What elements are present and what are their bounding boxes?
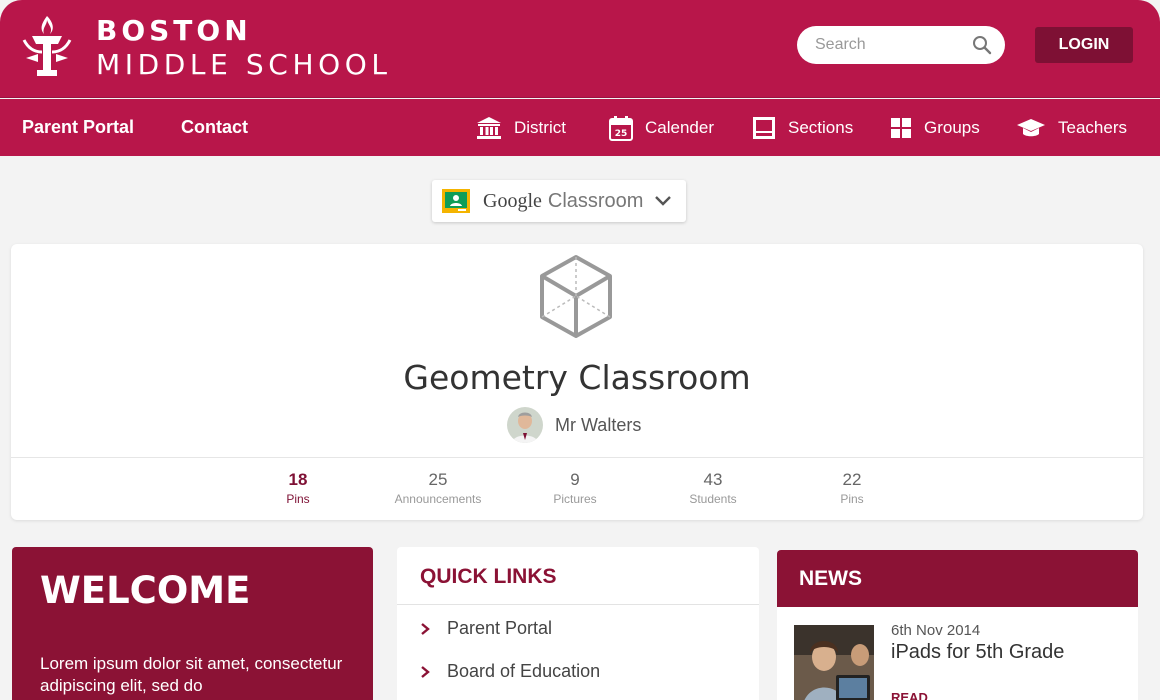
- nav-groups-label: Groups: [924, 117, 980, 137]
- classroom-card: Geometry Classroom Mr Walters 18 Pins 25…: [11, 244, 1143, 520]
- classroom-source-dropdown[interactable]: Google Classroom: [432, 180, 686, 222]
- calendar-icon: 25: [609, 115, 633, 141]
- login-button[interactable]: LOGIN: [1035, 27, 1133, 63]
- stat-value: 43: [703, 470, 723, 489]
- stat-value: 22: [842, 470, 862, 489]
- nav-sections-label: Sections: [788, 117, 854, 137]
- nav-district-label: District: [514, 117, 566, 137]
- site-header: BOSTON MIDDLE SCHOOL LOGIN: [0, 0, 1160, 98]
- news-thumbnail[interactable]: [794, 625, 874, 700]
- nav-groups[interactable]: Groups: [890, 99, 980, 156]
- chevron-right-icon: [421, 665, 430, 678]
- nav-sections[interactable]: Sections: [752, 99, 853, 156]
- stat-pins-2[interactable]: 22 Pins: [782, 470, 922, 506]
- quick-links-panel: QUICK LINKS Parent Portal Board of Educa…: [397, 547, 759, 700]
- stat-announcements[interactable]: 25 Announcements: [368, 470, 508, 506]
- nav-parent-portal[interactable]: Parent Portal: [22, 99, 134, 156]
- stat-label: Students: [689, 492, 737, 506]
- teacher-name: Mr Walters: [555, 414, 642, 435]
- torch-logo-icon[interactable]: [22, 14, 72, 80]
- dropdown-product-label: Classroom: [547, 189, 644, 212]
- news-title: NEWS: [799, 567, 862, 590]
- nav-teachers-label: Teachers: [1058, 117, 1127, 137]
- grid-icon: [891, 117, 911, 138]
- stat-label: Pictures: [553, 492, 597, 506]
- search-icon[interactable]: [972, 35, 992, 55]
- stat-pictures[interactable]: 9 Pictures: [505, 470, 645, 506]
- quick-links-title: QUICK LINKS: [420, 565, 557, 588]
- quick-link-board-of-education[interactable]: Board of Education: [419, 661, 600, 682]
- stat-value: 18: [288, 470, 308, 489]
- classroom-title: Geometry Classroom: [403, 358, 751, 397]
- welcome-title: WELCOME: [40, 569, 251, 612]
- stat-label: Pins: [286, 492, 310, 506]
- brand-name-line1: BOSTON: [96, 14, 252, 47]
- nav-district[interactable]: District: [476, 99, 566, 156]
- nav-calendar-label: Calender: [645, 117, 714, 137]
- nav-teachers[interactable]: Teachers: [1016, 99, 1127, 156]
- chevron-down-icon: [655, 196, 671, 206]
- quick-link-label: Board of Education: [447, 661, 601, 681]
- graduation-cap-icon: [1017, 118, 1045, 136]
- news-headline[interactable]: iPads for 5th Grade: [891, 641, 1064, 664]
- card-divider: [11, 457, 1143, 458]
- stat-pins[interactable]: 18 Pins: [228, 470, 368, 506]
- google-classroom-icon: [442, 189, 470, 213]
- stat-students[interactable]: 43 Students: [643, 470, 783, 506]
- teacher-avatar: [507, 407, 543, 443]
- nav-contact[interactable]: Contact: [181, 99, 248, 156]
- main-nav: Parent Portal Contact District 25 Calend…: [0, 99, 1160, 156]
- brand-name-line2: MIDDLE SCHOOL: [96, 48, 392, 81]
- sections-icon: [753, 116, 775, 139]
- stat-label: Announcements: [394, 492, 482, 506]
- news-read-link[interactable]: READ: [891, 690, 928, 700]
- stat-label: Pins: [840, 492, 864, 506]
- quick-link-parent-portal[interactable]: Parent Portal: [419, 618, 552, 639]
- teacher-info[interactable]: Mr Walters: [507, 407, 641, 443]
- stat-value: 9: [570, 470, 580, 489]
- quick-link-label: Parent Portal: [447, 618, 553, 638]
- cube-icon: [540, 255, 612, 338]
- chevron-right-icon: [421, 622, 430, 635]
- stat-value: 25: [428, 470, 448, 489]
- calendar-day: 25: [615, 129, 628, 139]
- page: BOSTON MIDDLE SCHOOL LOGIN Parent Portal…: [0, 0, 1160, 700]
- welcome-text: Lorem ipsum dolor sit amet, consectetur …: [40, 654, 343, 695]
- quick-links-divider: [397, 604, 759, 605]
- news-header: NEWS: [777, 550, 1138, 607]
- building-icon: [477, 116, 501, 139]
- dropdown-brand-label: Google: [483, 189, 542, 212]
- welcome-panel: WELCOME Lorem ipsum dolor sit amet, cons…: [12, 547, 373, 700]
- nav-calendar[interactable]: 25 Calender: [609, 99, 714, 156]
- news-date: 6th Nov 2014: [891, 622, 981, 639]
- news-panel: NEWS 6th Nov 2014 iPads for 5th Grade RE…: [777, 550, 1138, 700]
